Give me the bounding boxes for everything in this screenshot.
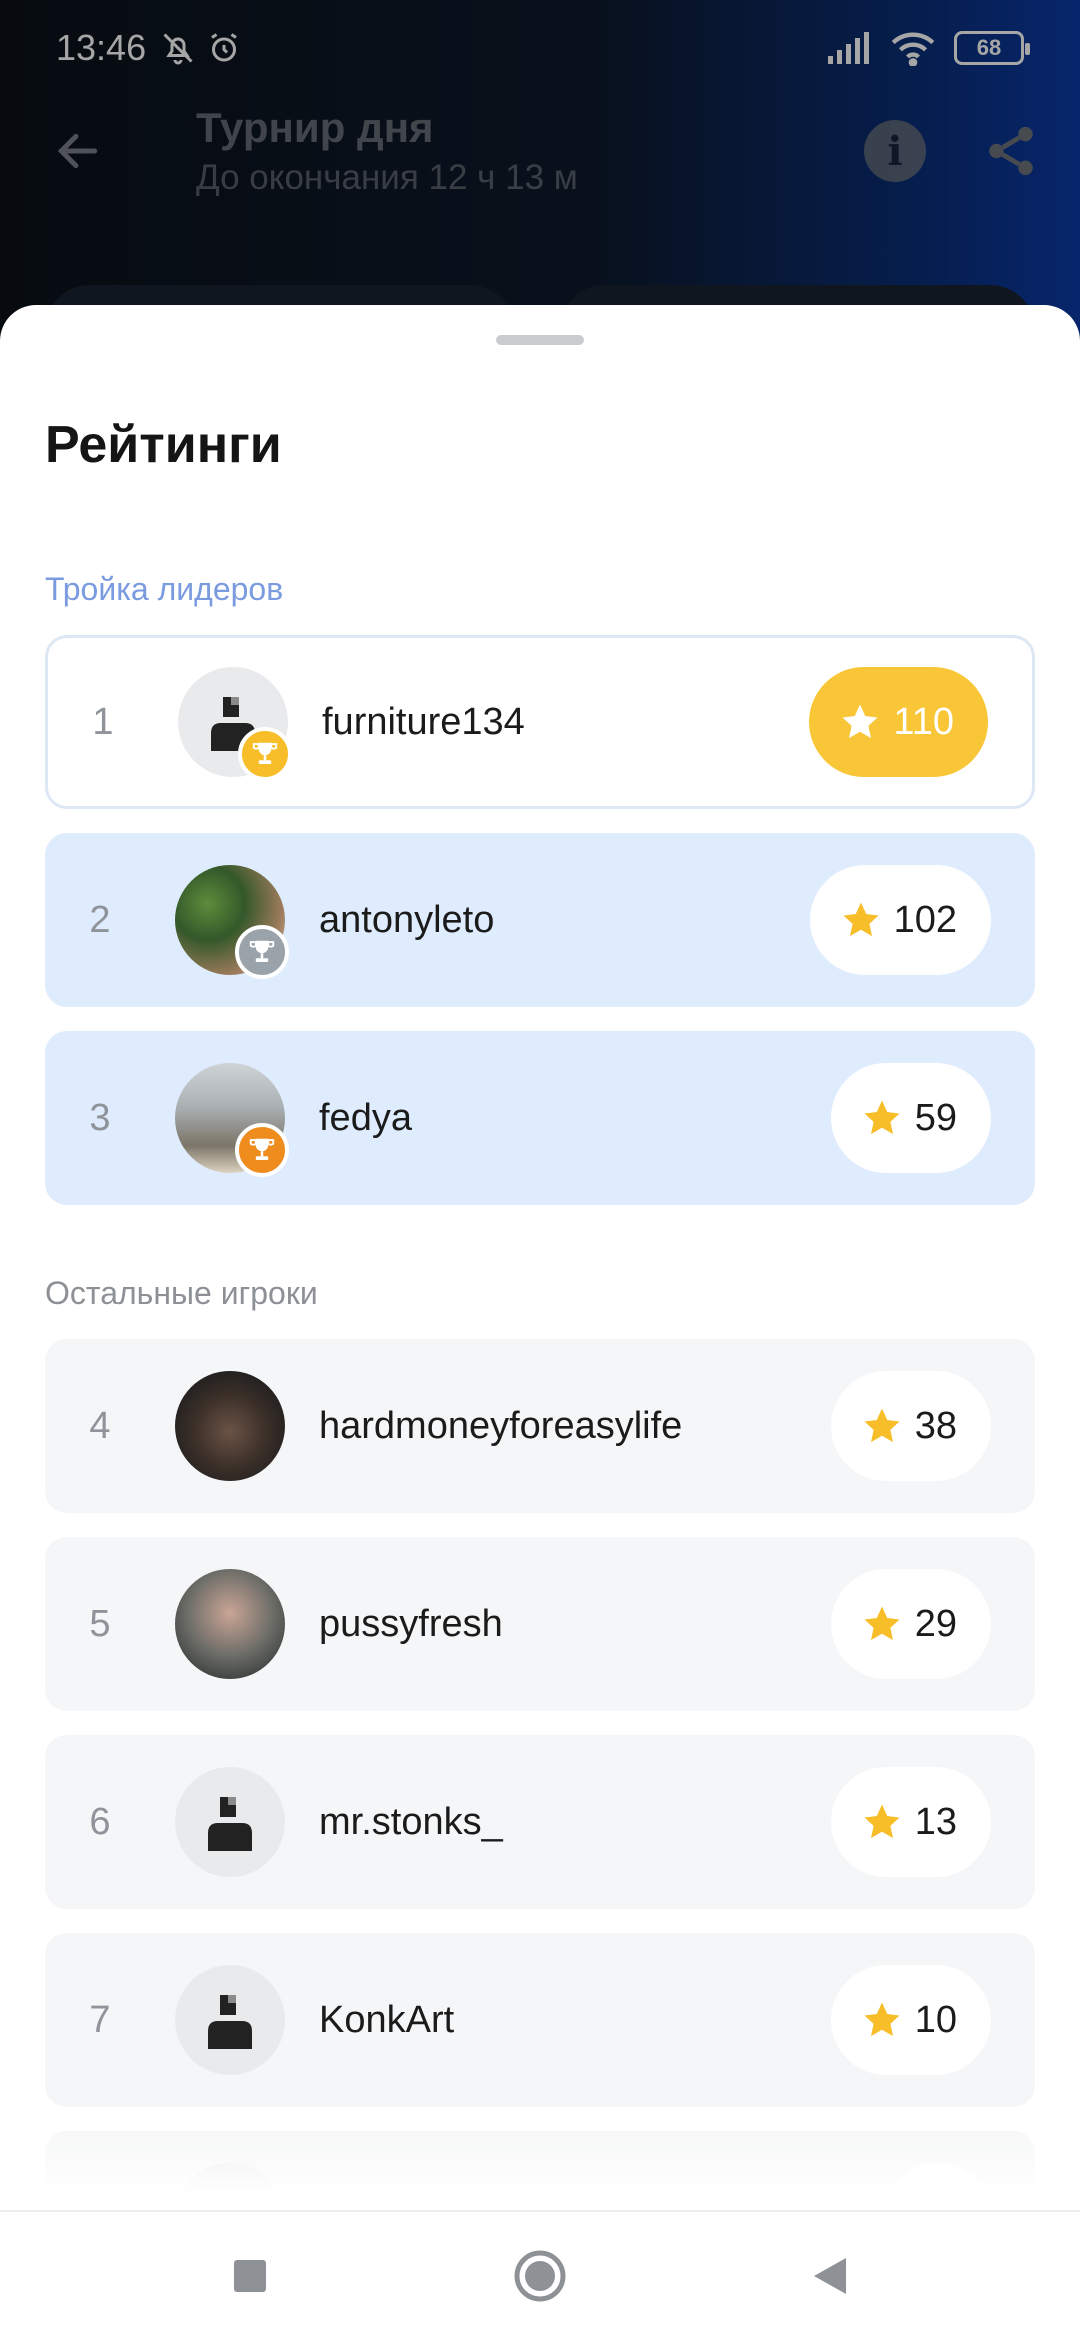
star-icon [842, 704, 878, 739]
score-value: 13 [914, 1800, 957, 1843]
player-row[interactable]: 7 KonkArt 10 [45, 1933, 1035, 2107]
score-value: 59 [914, 1096, 957, 1139]
username: fedya [319, 1096, 412, 1139]
avatar [175, 1767, 285, 1877]
back-triangle-icon [814, 2258, 846, 2294]
username: KonkArt [319, 1998, 455, 2041]
silver-trophy-icon [235, 925, 289, 979]
home-button[interactable] [510, 2246, 570, 2306]
rank-number: 7 [89, 1998, 111, 2041]
star-icon [864, 1408, 900, 1443]
score-value: 29 [914, 1602, 957, 1645]
recents-square-icon [234, 2260, 266, 2292]
default-user-icon [208, 1797, 252, 1851]
score-value: 102 [893, 898, 957, 941]
recents-button[interactable] [220, 2246, 280, 2306]
avatar [175, 1965, 285, 2075]
score-value: 10 [914, 1998, 957, 2041]
leader-row[interactable]: 2 antonyleto 102 [45, 833, 1035, 1007]
sheet-title: Рейтинги [45, 416, 282, 474]
star-icon [864, 1606, 900, 1641]
score-badge: 59 [830, 1063, 991, 1173]
star-icon [864, 2002, 900, 2037]
star-icon [864, 1804, 900, 1839]
system-navbar [0, 2210, 1080, 2340]
username: antonyleto [319, 898, 495, 941]
score-badge: 29 [830, 1569, 991, 1679]
star-icon [843, 902, 879, 937]
player-row[interactable]: 4 hardmoneyforeasylife 38 [45, 1339, 1035, 1513]
rank-number: 1 [92, 700, 114, 743]
score-badge: 10 [830, 1965, 991, 2075]
gold-trophy-icon [238, 727, 292, 781]
username: mr.stonks_ [319, 1800, 503, 1843]
rank-number: 6 [89, 1800, 111, 1843]
player-row[interactable]: 6 mr.stonks_ 13 [45, 1735, 1035, 1909]
score-value: 110 [893, 700, 954, 743]
default-user-icon [208, 1995, 252, 2049]
ratings-sheet: Рейтинги Тройка лидеров 1 furniture134 1… [0, 305, 1080, 2210]
rank-number: 4 [89, 1404, 111, 1447]
others-section-label: Остальные игроки [45, 1275, 318, 1311]
score-value: 38 [914, 1404, 957, 1447]
leader-row[interactable]: 3 fedya 59 [45, 1031, 1035, 1205]
rank-number: 5 [89, 1602, 111, 1645]
score-badge: 110 [809, 667, 988, 777]
avatar [175, 865, 289, 979]
avatar [178, 667, 292, 781]
score-badge: 38 [830, 1371, 991, 1481]
avatar [175, 1063, 289, 1177]
username: furniture134 [322, 700, 525, 743]
player-row[interactable]: 5 pussyfresh 29 [45, 1537, 1035, 1711]
username: pussyfresh [319, 1602, 503, 1645]
scroll-fade [0, 2120, 1080, 2210]
score-badge: 13 [830, 1767, 991, 1877]
leader-row[interactable]: 1 furniture134 110 [45, 635, 1035, 809]
avatar [175, 1569, 285, 1679]
back-nav-button[interactable] [800, 2246, 860, 2306]
drag-handle[interactable] [496, 335, 584, 345]
username: hardmoneyforeasylife [319, 1404, 683, 1447]
score-badge: 102 [809, 865, 991, 975]
avatar [175, 1371, 285, 1481]
rank-number: 3 [89, 1096, 111, 1139]
leaders-section-label: Тройка лидеров [45, 571, 284, 607]
star-icon [864, 1100, 900, 1135]
bronze-trophy-icon [235, 1123, 289, 1177]
home-circle-icon [514, 2250, 566, 2302]
rank-number: 2 [89, 898, 111, 941]
